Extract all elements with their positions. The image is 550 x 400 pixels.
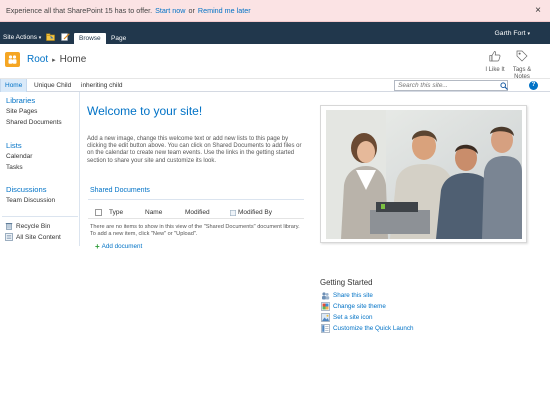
add-document-link[interactable]: + Add document — [95, 242, 142, 251]
share-icon — [322, 292, 330, 300]
empty-library-message: There are no items to show in this view … — [90, 224, 300, 237]
site-content-icon — [5, 233, 13, 241]
set-site-icon-link[interactable]: Set a site icon — [321, 313, 373, 322]
user-menu[interactable]: Garth Fort ▾ — [495, 30, 531, 37]
title-area: Root ▸ Home I Like It Tags & Notes — [0, 44, 550, 81]
page-title: Home — [59, 54, 87, 65]
i-like-it-label: I Like It — [485, 67, 505, 73]
left-nav-divider — [2, 216, 78, 217]
sidebar-item-team-discussion[interactable]: Team Discussion — [6, 197, 55, 204]
search-icon[interactable] — [500, 82, 508, 90]
add-icon: + — [95, 242, 100, 251]
share-site-link[interactable]: Share this site — [321, 291, 373, 300]
sidebar-item-site-pages[interactable]: Site Pages — [6, 108, 37, 115]
customize-quick-launch-link[interactable]: Customize the Quick Launch — [321, 324, 414, 333]
theme-icon — [321, 302, 330, 311]
welcome-title: Welcome to your site! — [87, 104, 203, 118]
recycle-bin-link[interactable]: Recycle Bin — [5, 222, 50, 230]
recycle-bin-icon — [5, 223, 13, 230]
status-message: Experience all that SharePoint 15 has to… — [6, 6, 153, 15]
status-bar: Experience all that SharePoint 15 has to… — [0, 0, 550, 22]
site-actions-menu[interactable]: Site Actions ▾ — [3, 34, 41, 41]
breadcrumb: Root ▸ Home — [27, 54, 86, 65]
tag-icon — [516, 50, 528, 62]
column-modified-by[interactable]: Modified By — [238, 209, 272, 216]
sidebar-item-tasks[interactable]: Tasks — [6, 164, 23, 171]
nav-item-unique-child[interactable]: Unique Child — [30, 79, 75, 92]
welcome-image — [320, 105, 527, 243]
recycle-bin-label: Recycle Bin — [16, 222, 51, 230]
ribbon: Site Actions ▾ Browse Page Garth Fort ▾ — [0, 22, 550, 44]
site-icon-icon — [321, 313, 330, 322]
start-now-link[interactable]: Start now — [155, 6, 185, 15]
shared-documents-divider — [88, 199, 304, 200]
add-document-label: Add document — [101, 243, 143, 250]
top-nav: Home Unique Child inheriting child ? — [0, 78, 550, 92]
help-icon[interactable]: ? — [529, 81, 538, 90]
status-or-text: or — [188, 6, 195, 15]
quick-launch: Libraries Site Pages Shared Documents Li… — [0, 92, 80, 246]
user-name: Garth Fort — [494, 30, 526, 37]
share-site-label: Share this site — [333, 292, 373, 299]
shared-documents-title[interactable]: Shared Documents — [90, 187, 150, 194]
remind-me-later-link[interactable]: Remind me later — [198, 6, 251, 15]
quick-launch-icon — [321, 324, 330, 333]
column-name[interactable]: Name — [145, 209, 162, 216]
customize-quick-launch-label: Customize the Quick Launch — [333, 325, 414, 332]
site-logo[interactable] — [5, 52, 20, 67]
i-like-it-button[interactable]: I Like It — [482, 50, 508, 74]
change-theme-label: Change site theme — [333, 303, 386, 310]
breadcrumb-arrow-icon: ▸ — [52, 57, 56, 64]
change-theme-link[interactable]: Change site theme — [321, 302, 386, 311]
column-type[interactable]: Type — [109, 209, 123, 216]
sidebar-item-calendar[interactable]: Calendar — [6, 153, 32, 160]
breadcrumb-root[interactable]: Root — [27, 54, 48, 65]
column-header-divider — [88, 218, 304, 219]
team-photo — [326, 110, 522, 239]
tab-page[interactable]: Page — [106, 33, 131, 44]
column-modified[interactable]: Modified — [185, 209, 210, 216]
edit-page-icon[interactable] — [61, 33, 70, 41]
libraries-heading[interactable]: Libraries — [6, 96, 35, 105]
discussions-heading[interactable]: Discussions — [6, 185, 47, 194]
navigate-up-icon[interactable] — [46, 33, 55, 41]
column-filter-icon[interactable] — [230, 210, 236, 216]
close-icon[interactable]: × — [535, 5, 541, 16]
site-actions-label: Site Actions — [3, 34, 37, 41]
select-all-checkbox[interactable] — [95, 209, 102, 216]
getting-started-title: Getting Started — [320, 278, 373, 287]
sidebar-item-shared-documents[interactable]: Shared Documents — [6, 119, 62, 126]
tab-browse[interactable]: Browse — [74, 33, 106, 44]
tags-notes-button[interactable]: Tags & Notes — [509, 50, 535, 81]
people-icon — [8, 55, 17, 64]
search-input[interactable] — [394, 80, 508, 91]
nav-item-home[interactable]: Home — [0, 79, 28, 92]
lists-heading[interactable]: Lists — [6, 141, 22, 150]
all-site-content-link[interactable]: All Site Content — [5, 233, 61, 241]
set-site-icon-label: Set a site icon — [333, 314, 373, 321]
nav-item-inheriting-child[interactable]: inheriting child — [77, 79, 127, 92]
tags-notes-label-1: Tags & — [512, 67, 532, 73]
all-site-content-label: All Site Content — [16, 233, 61, 241]
thumbs-up-icon — [489, 51, 501, 62]
welcome-text: Add a new image, change this welcome tex… — [87, 136, 302, 164]
